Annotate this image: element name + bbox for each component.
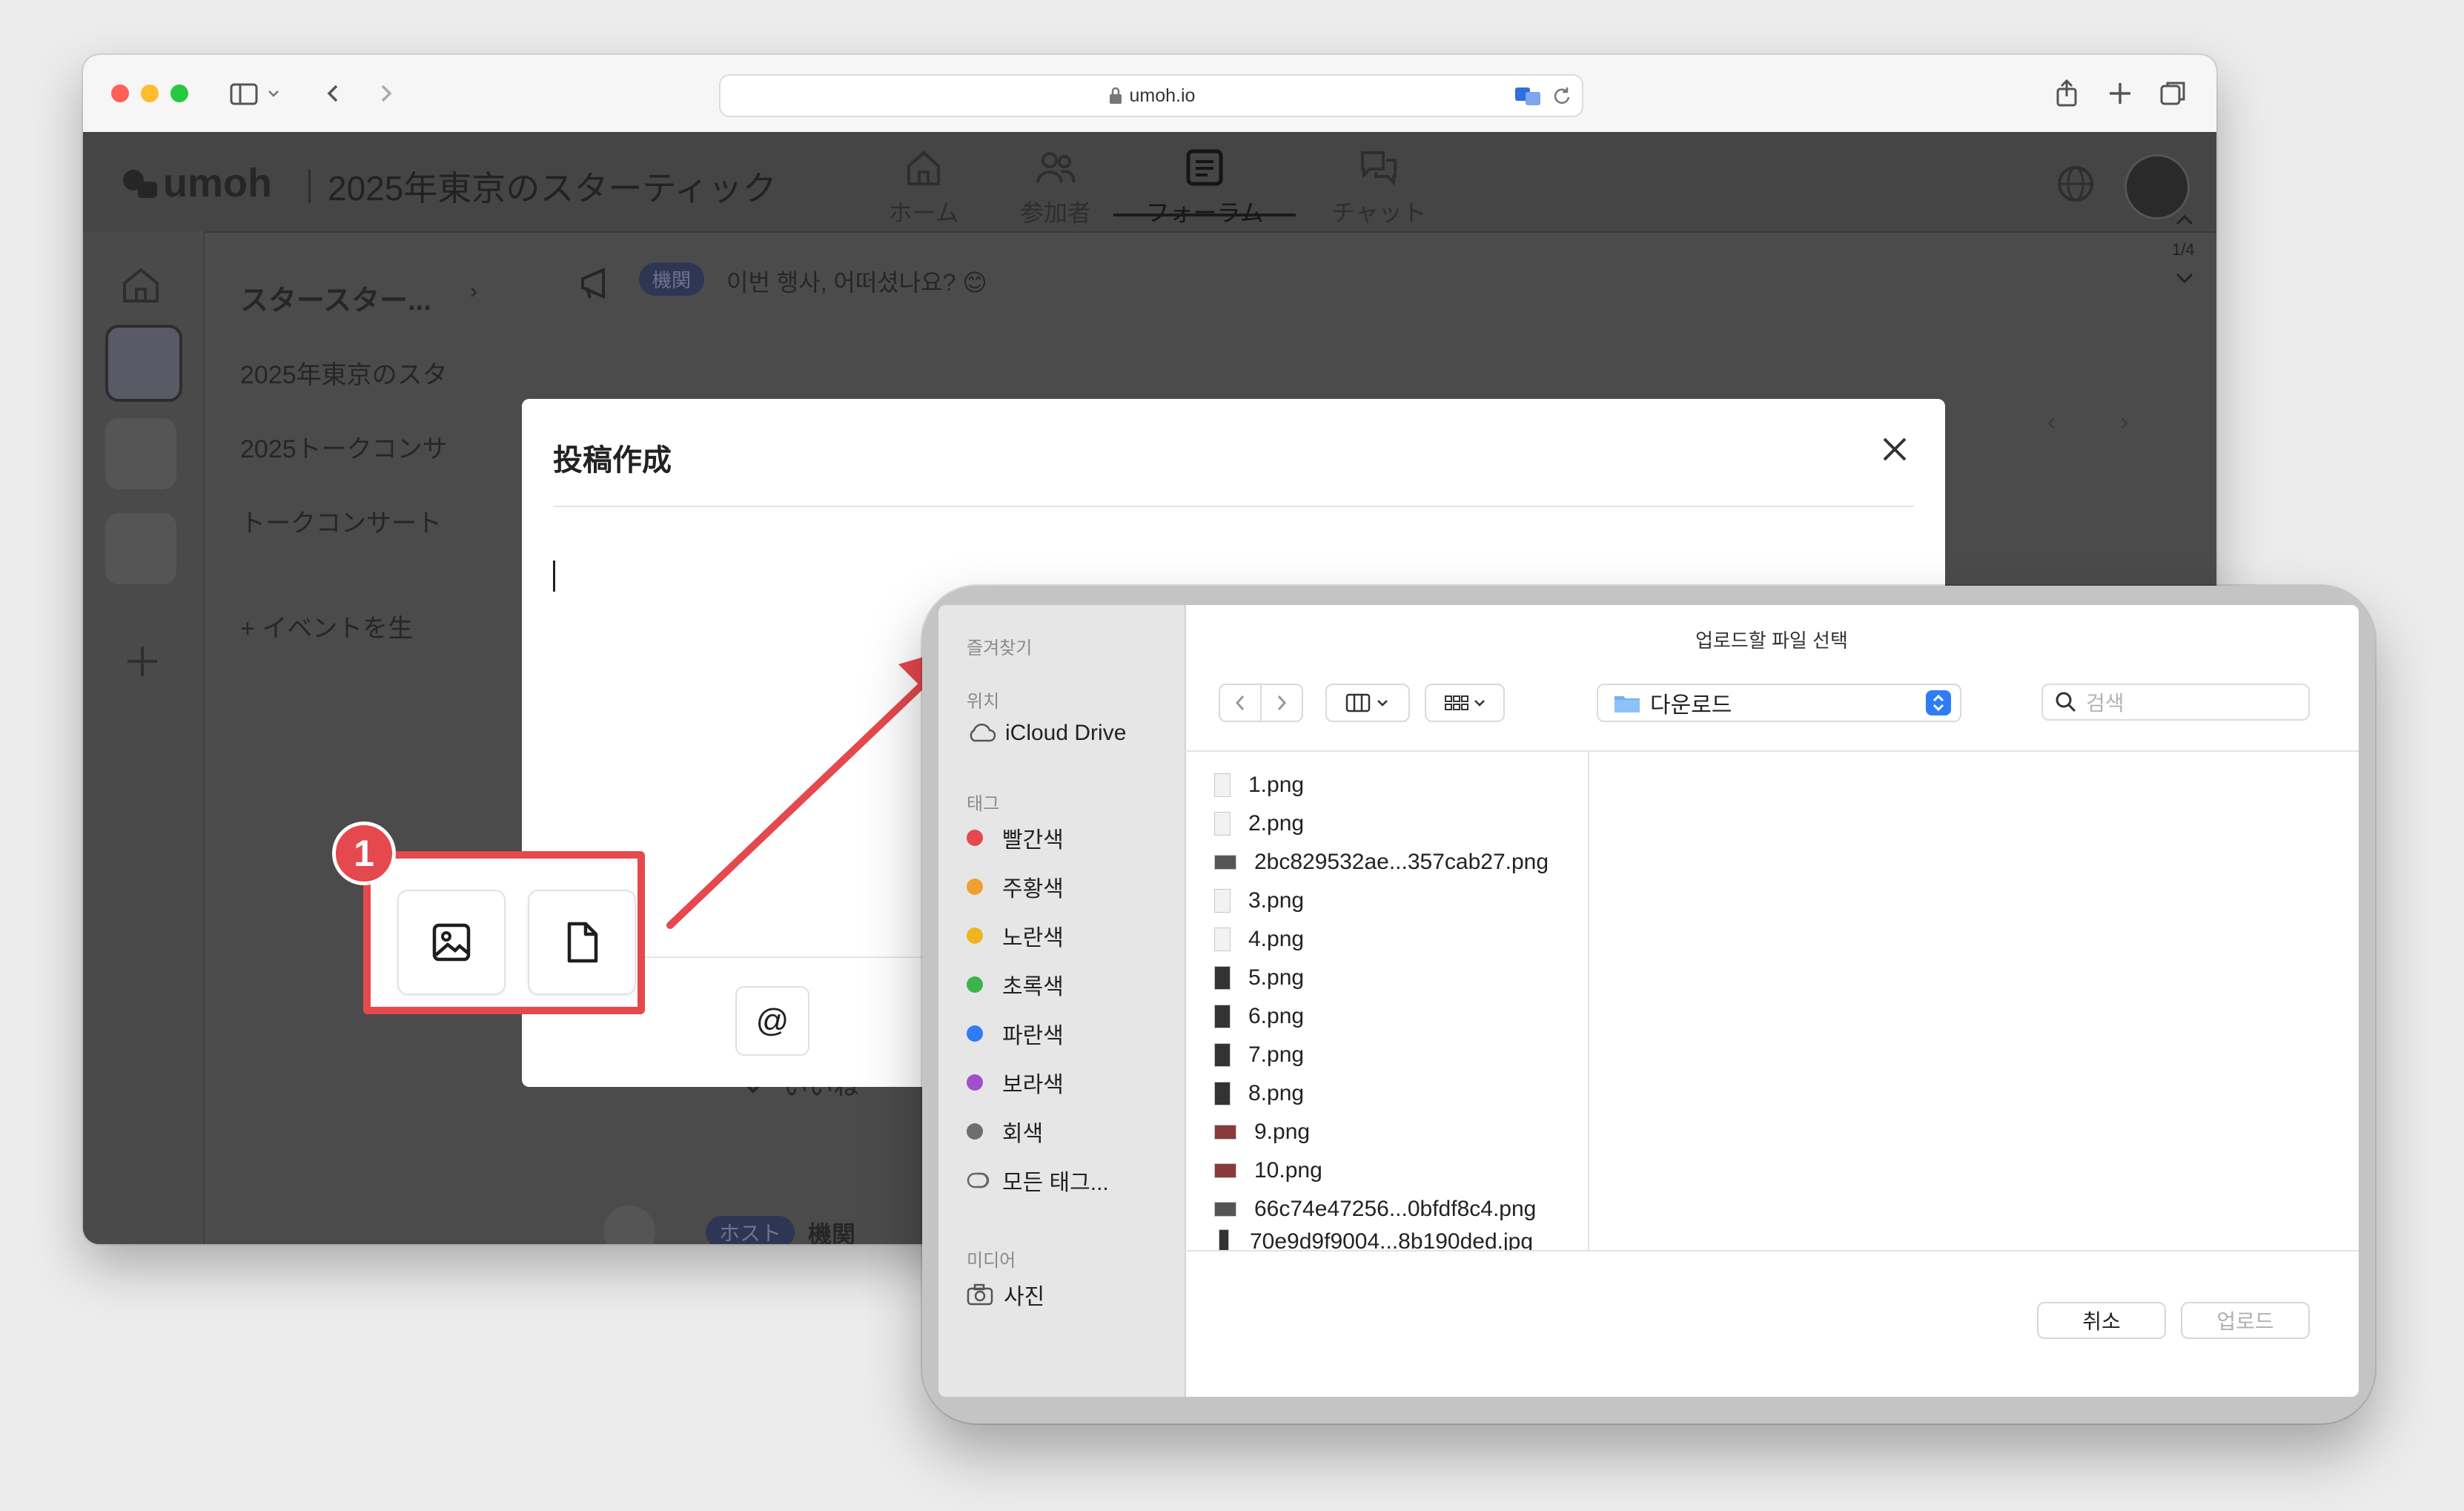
file-chooser-dialog: 즐겨찾기 위치 iCloud Drive 태그 빨간색 주황색 노란색 초록색 … xyxy=(922,586,2375,1424)
file-item[interactable]: 9.png xyxy=(1214,1114,1310,1151)
tag-dot xyxy=(967,1074,983,1091)
tag-label: 주황색 xyxy=(1002,877,1064,902)
jpg-file-icon xyxy=(1219,1229,1229,1250)
png-file-icon xyxy=(1214,773,1231,797)
tag-label: 파란색 xyxy=(1002,1024,1064,1048)
tag-label: 보라색 xyxy=(1002,1073,1064,1097)
file-item[interactable]: 2.png xyxy=(1214,805,1304,842)
all-tags-item[interactable]: 모든 태그... xyxy=(967,1164,1109,1197)
png-file-icon xyxy=(1214,812,1231,836)
tag-red[interactable]: 빨간색 xyxy=(967,821,1064,854)
cancel-button[interactable]: 취소 xyxy=(2037,1302,2166,1339)
tag-purple[interactable]: 보라색 xyxy=(967,1066,1064,1099)
file-name: 70e9d9f9004...8b190ded.jpg xyxy=(1250,1229,1534,1250)
upload-button[interactable]: 업로드 xyxy=(2181,1302,2310,1339)
tag-label: 초록색 xyxy=(1002,975,1064,999)
chevron-left-icon xyxy=(1235,695,1245,710)
tags-icon xyxy=(967,1172,990,1188)
file-name: 7.png xyxy=(1248,1042,1305,1067)
tag-dot xyxy=(967,879,983,895)
tag-green[interactable]: 초록색 xyxy=(967,968,1064,1001)
dialog-sidebar: 즐겨찾기 위치 iCloud Drive 태그 빨간색 주황색 노란색 초록색 … xyxy=(938,605,1186,1397)
png-file-icon xyxy=(1214,855,1236,870)
tag-orange[interactable]: 주황색 xyxy=(967,870,1064,903)
chevron-down-icon xyxy=(1474,700,1485,707)
chevron-right-icon xyxy=(1277,695,1287,710)
file-name: 6.png xyxy=(1248,1004,1305,1028)
grid-view-icon xyxy=(1445,695,1468,710)
toolbar-divider xyxy=(1185,750,2359,752)
sidebar-item-icloud[interactable]: iCloud Drive xyxy=(967,721,1126,746)
file-item[interactable]: 2bc829532ae...357cab27.png xyxy=(1214,844,1549,881)
favorites-section: 즐겨찾기 xyxy=(967,638,1033,658)
png-file-icon xyxy=(1214,1125,1236,1140)
file-item[interactable]: 70e9d9f9004...8b190ded.jpg xyxy=(1214,1229,1533,1250)
file-name: 5.png xyxy=(1248,965,1305,990)
tag-blue[interactable]: 파란색 xyxy=(967,1017,1064,1050)
file-chooser-panel: 즐겨찾기 위치 iCloud Drive 태그 빨간색 주황색 노란색 초록색 … xyxy=(938,605,2359,1397)
png-file-icon xyxy=(1214,1082,1231,1105)
png-file-icon xyxy=(1214,1163,1236,1178)
file-item[interactable]: 1.png xyxy=(1214,767,1304,804)
updown-icon xyxy=(1926,690,1951,715)
tag-dot xyxy=(967,1123,983,1140)
file-item[interactable]: 10.png xyxy=(1214,1152,1322,1189)
file-name: 9.png xyxy=(1254,1120,1311,1144)
search-icon xyxy=(2056,692,2076,712)
file-name: 8.png xyxy=(1248,1081,1305,1105)
png-file-icon xyxy=(1214,928,1231,951)
file-item[interactable]: 7.png xyxy=(1214,1036,1304,1074)
media-section: 미디어 xyxy=(967,1251,1016,1271)
file-item[interactable]: 6.png xyxy=(1214,998,1304,1035)
sidebar-item-photos[interactable]: 사진 xyxy=(967,1278,1044,1311)
dialog-forward-button[interactable] xyxy=(1260,684,1303,722)
png-file-icon xyxy=(1214,889,1231,913)
dialog-title: 업로드할 파일 선택 xyxy=(1695,629,1848,652)
png-file-icon xyxy=(1214,1202,1236,1217)
folder-icon xyxy=(1614,696,1640,712)
group-mode-button[interactable] xyxy=(1425,684,1505,722)
file-item[interactable]: 3.png xyxy=(1214,882,1304,919)
tag-dot xyxy=(967,1025,983,1042)
file-item[interactable]: 5.png xyxy=(1214,959,1304,996)
file-item[interactable]: 66c74e47256...0bfdf8c4.png xyxy=(1214,1191,1536,1228)
file-name: 4.png xyxy=(1248,927,1305,951)
file-name: 1.png xyxy=(1248,773,1305,797)
dialog-back-button[interactable] xyxy=(1219,684,1262,722)
file-name: 66c74e47256...0bfdf8c4.png xyxy=(1254,1197,1537,1221)
file-name: 2bc829532ae...357cab27.png xyxy=(1254,850,1549,874)
sidebar-item-label: iCloud Drive xyxy=(1005,721,1127,745)
png-file-icon xyxy=(1214,966,1231,990)
tag-gray[interactable]: 회색 xyxy=(967,1115,1043,1148)
file-name: 3.png xyxy=(1248,888,1305,913)
png-file-icon xyxy=(1214,1043,1231,1067)
columns-view-icon xyxy=(1345,693,1371,712)
file-name: 2.png xyxy=(1248,811,1305,836)
png-file-icon xyxy=(1214,1005,1231,1028)
tag-yellow[interactable]: 노란색 xyxy=(967,919,1064,952)
cloud-icon xyxy=(970,724,996,742)
tag-dot xyxy=(967,830,983,846)
sidebar-item-label: 사진 xyxy=(1004,1285,1045,1309)
tag-label: 회색 xyxy=(1002,1122,1044,1146)
locations-section: 위치 xyxy=(967,692,1000,712)
search-placeholder: 검색 xyxy=(2086,692,2124,715)
tags-section: 태그 xyxy=(967,794,1000,814)
file-item[interactable]: 8.png xyxy=(1214,1075,1304,1112)
tag-dot xyxy=(967,928,983,944)
sidebar-item-label: 모든 태그... xyxy=(1002,1171,1109,1195)
column-divider xyxy=(1588,752,1589,1250)
file-name: 10.png xyxy=(1254,1158,1322,1183)
footer-divider xyxy=(1185,1250,2359,1252)
view-mode-button[interactable] xyxy=(1325,684,1410,722)
chevron-down-icon xyxy=(1377,700,1388,707)
tag-dot xyxy=(967,976,983,993)
tag-label: 빨간색 xyxy=(1002,828,1064,853)
file-item[interactable]: 4.png xyxy=(1214,921,1304,958)
dialog-search-input[interactable]: 검색 xyxy=(2041,684,2310,721)
camera-icon xyxy=(967,1283,993,1306)
tag-label: 노란색 xyxy=(1002,926,1064,950)
location-label: 다운로드 xyxy=(1650,693,1732,718)
location-dropdown[interactable]: 다운로드 xyxy=(1597,684,1961,722)
